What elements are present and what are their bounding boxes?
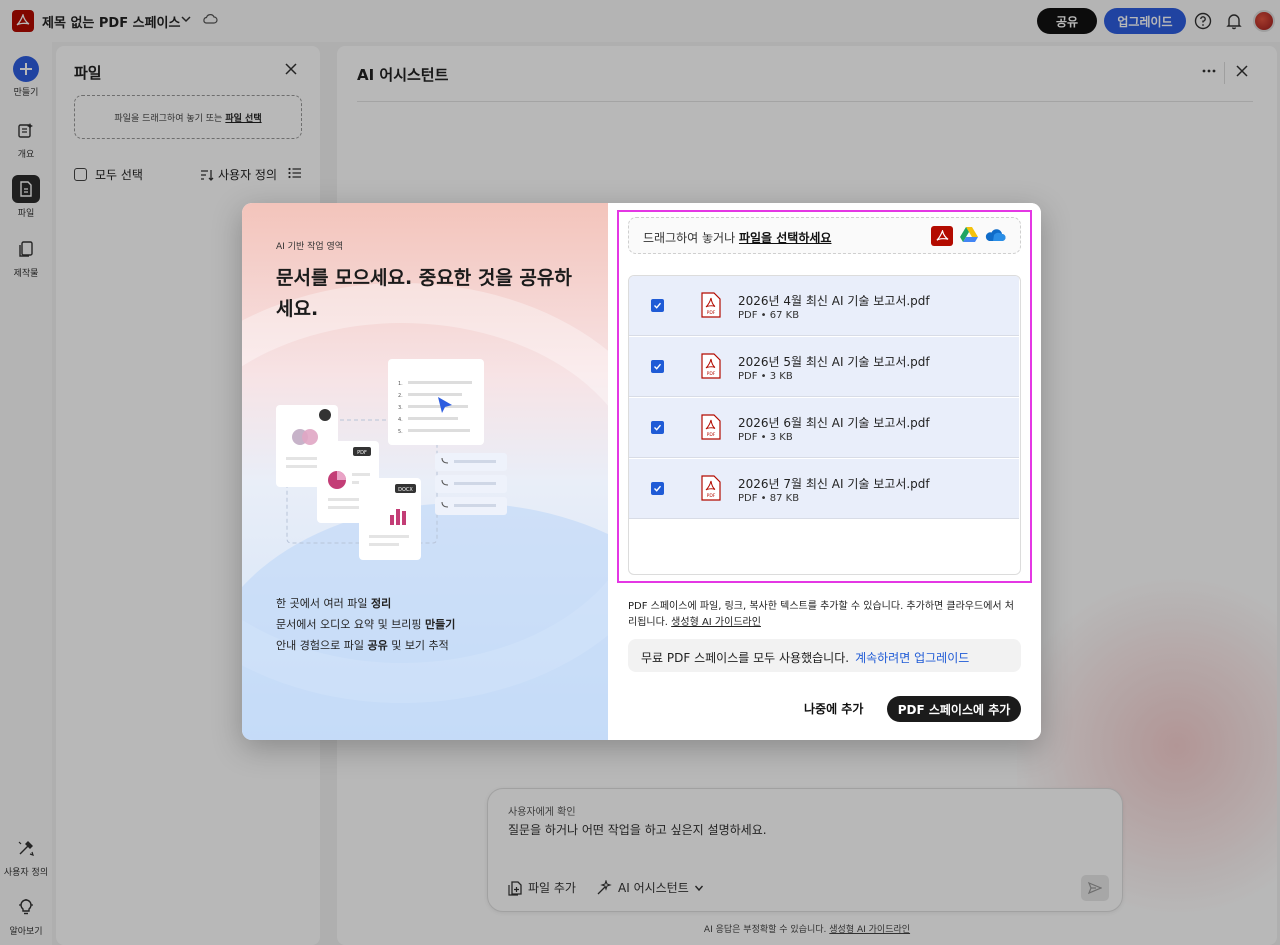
pdf-file-icon: PDF: [701, 414, 721, 440]
file-row[interactable]: PDF 2026년 4월 최신 AI 기술 보고서.pdf PDF • 67 K…: [629, 276, 1019, 336]
file-meta: PDF • 87 KB: [738, 493, 800, 504]
svg-text:PDF: PDF: [707, 432, 716, 438]
file-name: 2026년 4월 최신 AI 기술 보고서.pdf: [738, 294, 930, 308]
pdf-label: PDF: [357, 450, 367, 456]
checkmark-icon: [654, 424, 662, 431]
pdf-file-icon: PDF: [701, 475, 721, 501]
add-later-button[interactable]: 나중에 추가: [804, 700, 863, 717]
file-checkbox[interactable]: [651, 482, 664, 495]
svg-text:1.: 1.: [398, 381, 403, 387]
add-to-space-button[interactable]: PDF 스페이스에 추가: [887, 696, 1021, 722]
checkmark-icon: [654, 485, 662, 492]
checkmark-icon: [654, 302, 662, 309]
svg-text:2.: 2.: [398, 393, 403, 399]
file-meta: PDF • 3 KB: [738, 371, 793, 382]
file-checkbox[interactable]: [651, 421, 664, 434]
file-checkbox[interactable]: [651, 360, 664, 373]
upload-dropzone[interactable]: 드래그하여 놓거나 파일을 선택하세요: [628, 217, 1021, 254]
file-selection-panel: 드래그하여 놓거나 파일을 선택하세요 PDF 2026년 4월 최신 AI 기…: [608, 203, 1041, 740]
svg-text:PDF: PDF: [707, 493, 716, 499]
svg-text:5.: 5.: [398, 429, 403, 435]
pdf-file-icon: PDF: [701, 353, 721, 379]
file-name: 2026년 6월 최신 AI 기술 보고서.pdf: [738, 416, 930, 430]
docx-label: DOCX: [398, 487, 413, 493]
eyebrow-text: AI 기반 작업 영역: [276, 242, 344, 252]
file-name: 2026년 5월 최신 AI 기술 보고서.pdf: [738, 355, 930, 369]
acrobat-source-icon[interactable]: [931, 226, 953, 246]
feature-item: 안내 경험으로 파일 공유 및 보기 추적: [276, 639, 449, 652]
usage-limit-notice: 무료 PDF 스페이스를 모두 사용했습니다. 계속하려면 업그레이드: [628, 639, 1021, 672]
file-row[interactable]: PDF 2026년 7월 최신 AI 기술 보고서.pdf PDF • 87 K…: [629, 459, 1019, 519]
file-checkbox[interactable]: [651, 299, 664, 312]
feature-list: 한 곳에서 여러 파일 정리 문서에서 오디오 요약 및 브리핑 만들기 안내 …: [276, 593, 455, 656]
promo-panel: AI 기반 작업 영역 문서를 모으세요. 중요한 것을 공유하세요. PDF …: [242, 203, 608, 740]
svg-text:PDF: PDF: [707, 371, 716, 377]
file-row[interactable]: PDF 2026년 6월 최신 AI 기술 보고서.pdf PDF • 3 KB: [629, 398, 1019, 458]
select-file-link[interactable]: 파일을 선택하세요: [739, 231, 832, 245]
upload-text: 드래그하여 놓거나 파일을 선택하세요: [643, 231, 832, 245]
file-row[interactable]: PDF 2026년 5월 최신 AI 기술 보고서.pdf PDF • 3 KB: [629, 337, 1019, 397]
add-files-dialog: AI 기반 작업 영역 문서를 모으세요. 중요한 것을 공유하세요. PDF …: [242, 203, 1041, 740]
svg-text:PDF: PDF: [707, 310, 716, 316]
feature-item: 한 곳에서 여러 파일 정리: [276, 597, 392, 610]
file-meta: PDF • 3 KB: [738, 432, 793, 443]
upgrade-link[interactable]: 계속하려면 업그레이드: [855, 651, 969, 665]
guideline-link[interactable]: 생성형 AI 가이드라인: [671, 617, 761, 628]
file-meta: PDF • 67 KB: [738, 310, 800, 321]
file-name: 2026년 7월 최신 AI 기술 보고서.pdf: [738, 477, 930, 491]
checkmark-icon: [654, 363, 662, 370]
selected-file-list: PDF 2026년 4월 최신 AI 기술 보고서.pdf PDF • 67 K…: [628, 275, 1021, 575]
onedrive-icon[interactable]: [984, 228, 1006, 245]
workspace-illustration: PDF DOCX 1. 2. 3. 4. 5.: [276, 359, 507, 560]
notice-text: 무료 PDF 스페이스를 모두 사용했습니다. 계속하려면 업그레이드: [641, 651, 970, 665]
pdf-file-icon: PDF: [701, 292, 721, 318]
svg-text:3.: 3.: [398, 405, 403, 411]
info-text: PDF 스페이스에 파일, 링크, 복사한 텍스트를 추가할 수 있습니다. 추…: [628, 601, 1014, 628]
feature-item: 문서에서 오디오 요약 및 브리핑 만들기: [276, 618, 456, 631]
dialog-headline: 문서를 모으세요. 중요한 것을 공유하세요.: [276, 267, 572, 320]
svg-text:4.: 4.: [398, 417, 403, 423]
google-drive-icon[interactable]: [959, 226, 979, 247]
